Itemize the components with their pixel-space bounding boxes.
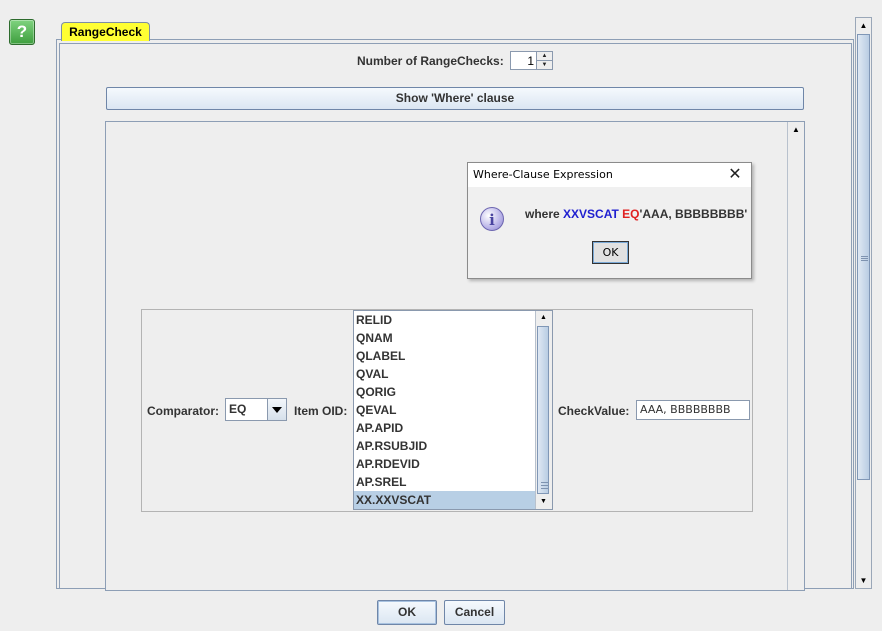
oid-list-scrollbar[interactable]: ▲ ▼ [535, 311, 552, 509]
dialog-title-bar: Where-Clause Expression ✕ [468, 163, 751, 187]
show-where-clause-button[interactable]: Show 'Where' clause [106, 87, 804, 110]
spinner-buttons[interactable]: ▲ ▼ [536, 52, 552, 69]
where-clause-dialog: Where-Clause Expression ✕ i where XXVSCA… [467, 162, 752, 279]
list-item[interactable]: QVAL [354, 365, 539, 383]
message-value: 'AAA, BBBBBBBB' [639, 207, 748, 221]
scroll-down-arrow-icon[interactable]: ▼ [536, 495, 551, 509]
comparator-label: Comparator: [147, 404, 220, 418]
list-item[interactable]: AP.RDEVID [354, 455, 539, 473]
close-icon[interactable]: ✕ [725, 165, 745, 185]
scroll-up-arrow-icon[interactable]: ▲ [536, 311, 551, 325]
item-oid-label: Item OID: [294, 404, 348, 418]
list-item[interactable]: AP.APID [354, 419, 539, 437]
rangecheck-count-label: Number of RangeChecks: [357, 54, 504, 68]
chevron-down-icon[interactable] [267, 399, 286, 420]
list-item[interactable]: QEVAL [354, 401, 539, 419]
spinner-up-icon[interactable]: ▲ [537, 52, 552, 61]
info-icon: i [480, 207, 504, 231]
help-icon[interactable]: ? [9, 19, 35, 45]
comparator-select[interactable]: EQ [225, 398, 287, 421]
ok-button[interactable]: OK [377, 600, 437, 625]
message-operator: EQ [622, 207, 640, 221]
checkvalue-label: CheckValue: [558, 404, 630, 418]
checkvalue-text: AAA, BBBBBBBB [640, 403, 731, 416]
area-vertical-scrollbar[interactable]: ▲ [787, 122, 804, 590]
rangecheck-count-value: 1 [527, 54, 534, 68]
list-item[interactable]: AP.SREL [354, 473, 539, 491]
list-item[interactable]: RELID [354, 311, 539, 329]
spinner-down-icon[interactable]: ▼ [537, 61, 552, 69]
list-item[interactable]: QNAM [354, 329, 539, 347]
list-item-selected[interactable]: XX.XXVSCAT [354, 491, 539, 509]
scroll-down-arrow-icon[interactable]: ▼ [856, 573, 871, 588]
cancel-button[interactable]: Cancel [444, 600, 505, 625]
tab-rangecheck[interactable]: RangeCheck [61, 22, 150, 41]
dialog-message: where XXVSCAT EQ'AAA, BBBBBBBB' [525, 207, 747, 221]
scroll-up-arrow-icon[interactable]: ▲ [856, 18, 871, 33]
message-variable: XXVSCAT [563, 207, 619, 221]
list-item[interactable]: AP.RSUBJID [354, 437, 539, 455]
rangecheck-count-spinner[interactable]: 1 ▲ ▼ [510, 51, 553, 70]
scroll-up-arrow-icon[interactable]: ▲ [788, 122, 804, 137]
outer-vertical-scrollbar[interactable]: ▲ ▼ [855, 17, 872, 589]
list-item[interactable]: QORIG [354, 383, 539, 401]
comparator-value: EQ [229, 402, 247, 416]
item-oid-list[interactable]: RELID QNAM QLABEL QVAL QORIG QEVAL AP.AP… [353, 310, 553, 510]
dialog-title: Where-Clause Expression [473, 168, 613, 181]
dialog-ok-button[interactable]: OK [592, 241, 629, 264]
checkvalue-input[interactable]: AAA, BBBBBBBB [636, 400, 750, 420]
scrollbar-thumb[interactable] [537, 326, 549, 494]
list-item[interactable]: QLABEL [354, 347, 539, 365]
message-prefix: where [525, 207, 560, 221]
scrollbar-thumb[interactable] [857, 34, 870, 480]
